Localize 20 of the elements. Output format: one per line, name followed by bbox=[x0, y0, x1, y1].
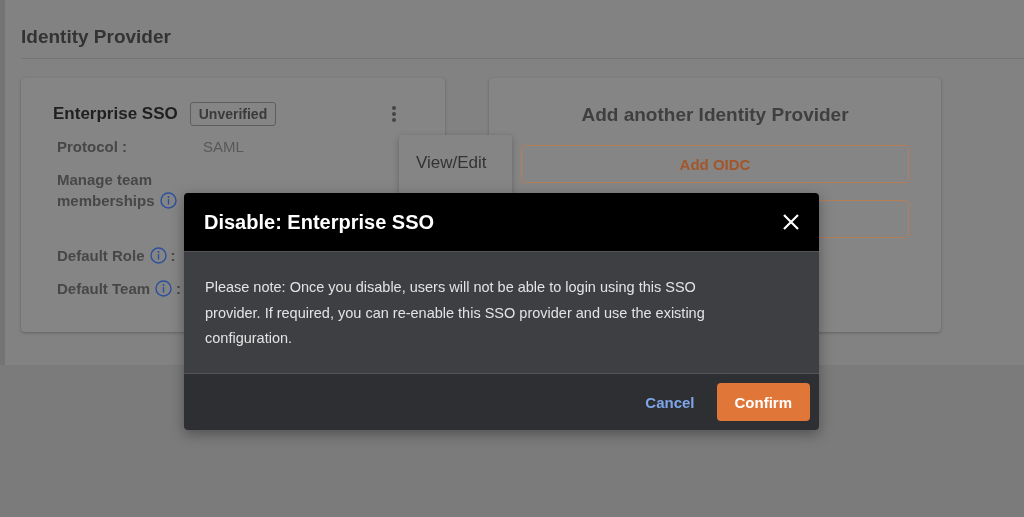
close-icon[interactable] bbox=[783, 214, 799, 230]
cancel-button[interactable]: Cancel bbox=[637, 387, 703, 417]
field-label: Manage team memberships bbox=[57, 171, 155, 209]
provider-name: Enterprise SSO bbox=[53, 104, 178, 124]
field-label: Protocol : bbox=[57, 138, 127, 155]
confirm-button[interactable]: Confirm bbox=[716, 383, 810, 421]
info-icon[interactable] bbox=[159, 192, 177, 209]
field-colon: : bbox=[176, 280, 182, 297]
field-label: Default Role bbox=[57, 247, 145, 264]
dialog-message: Please note: Once you disable, users will not be able to login using this SSO provider. If required, you can re-enable this SSO provider and use the existing configuration. bbox=[205, 278, 706, 348]
more-icon[interactable] bbox=[391, 105, 397, 123]
info-icon[interactable] bbox=[155, 280, 173, 297]
status-badge: Unverified bbox=[189, 102, 277, 126]
field-colon: : bbox=[170, 247, 176, 264]
dialog-title: Disable: Enterprise SSO bbox=[204, 210, 435, 234]
field-label: Default Team bbox=[57, 280, 151, 297]
section-title: Identity Provider bbox=[21, 26, 1024, 59]
info-icon[interactable] bbox=[149, 247, 167, 264]
card-title: Add another Identity Provider bbox=[580, 104, 850, 126]
menu-item[interactable]: View/Edit bbox=[399, 135, 487, 173]
